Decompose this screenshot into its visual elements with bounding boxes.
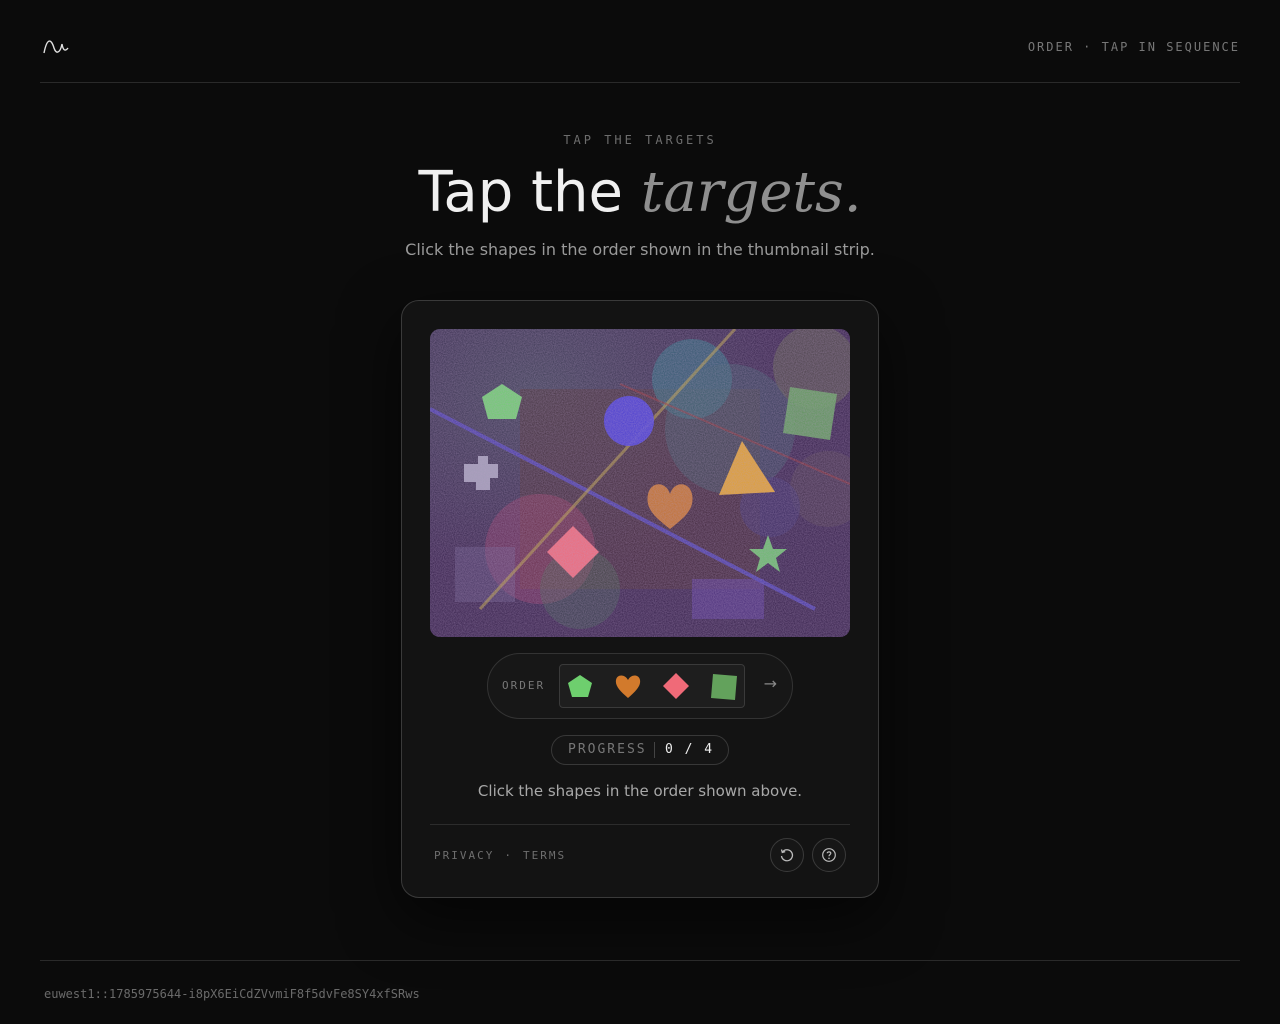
footer-divider (40, 960, 1240, 961)
reload-button[interactable] (770, 838, 804, 872)
card-divider (430, 824, 850, 825)
arrow-right-icon: → (763, 674, 777, 693)
reload-icon (780, 849, 794, 862)
progress-separator (654, 742, 655, 758)
page-title: Tap the targets. (0, 158, 1280, 228)
eyebrow-text: TAP THE TARGETS (563, 133, 717, 147)
instruction-text: Click the shapes in the order shown abov… (477, 782, 803, 800)
thumbnail-pentagon (568, 675, 592, 697)
progress-value: 0 / 4 (665, 742, 715, 757)
title-plain: Tap the (418, 160, 623, 225)
title-italic: targets. (640, 160, 862, 225)
help-icon (822, 848, 836, 862)
thumbnail-heart (615, 675, 641, 698)
order-strip: ORDER → (487, 653, 793, 719)
page-subtitle: Click the shapes in the order shown in t… (405, 240, 875, 259)
order-thumbnails (559, 664, 745, 708)
progress-label: PROGRESS (568, 742, 647, 757)
terms-link[interactable]: TERMS (523, 849, 566, 862)
privacy-link[interactable]: PRIVACY (434, 849, 494, 862)
top-bar: ORDER · TAP IN SEQUENCE (40, 0, 1240, 83)
captcha-card: ORDER → PROGRESS 0 / 4 Click the shapes … (401, 300, 879, 898)
order-label: ORDER (502, 679, 546, 692)
help-button[interactable] (812, 838, 846, 872)
header-mode-text: ORDER · TAP IN SEQUENCE (1027, 40, 1240, 54)
wave-logo-icon (43, 40, 69, 54)
footer-links: PRIVACY · TERMS (434, 849, 566, 862)
thumbnail-square (711, 674, 737, 700)
link-separator: · (504, 849, 513, 862)
thumbnail-diamond (663, 673, 689, 699)
captcha-shapes-canvas[interactable] (430, 329, 850, 637)
session-id: euwest1::1785975644-i8pX6EiCdZVvmiF8f5dv… (44, 987, 420, 1001)
progress-indicator: PROGRESS 0 / 4 (551, 735, 729, 765)
